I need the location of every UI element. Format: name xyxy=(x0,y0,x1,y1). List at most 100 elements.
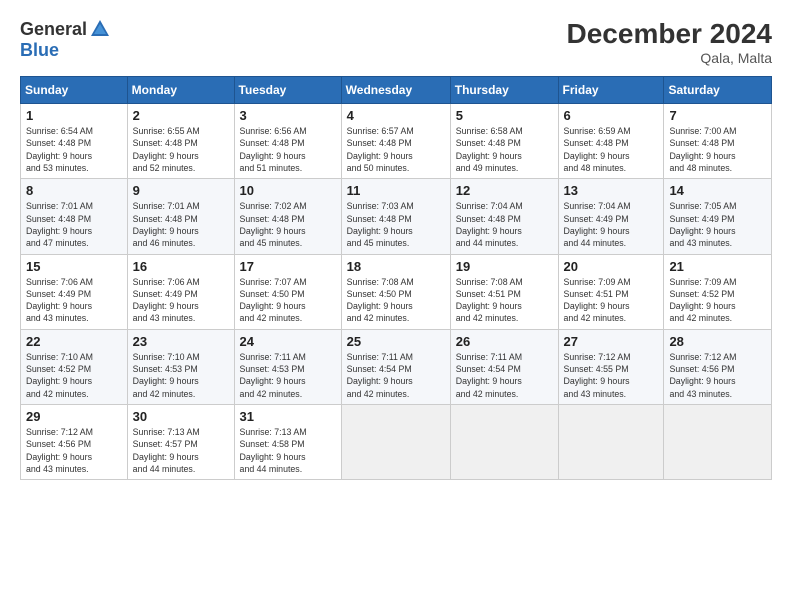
calendar-cell: 30 Sunrise: 7:13 AMSunset: 4:57 PMDayligh… xyxy=(127,405,234,480)
day-number: 26 xyxy=(456,334,553,349)
day-info: Sunrise: 7:05 AMSunset: 4:49 PMDaylight:… xyxy=(669,200,766,249)
day-number: 5 xyxy=(456,108,553,123)
day-info: Sunrise: 7:12 AMSunset: 4:55 PMDaylight:… xyxy=(564,351,659,400)
day-number: 2 xyxy=(133,108,229,123)
day-number: 3 xyxy=(240,108,336,123)
calendar-body: 1 Sunrise: 6:54 AMSunset: 4:48 PMDaylight… xyxy=(21,104,772,480)
calendar-cell xyxy=(558,405,664,480)
day-info: Sunrise: 7:08 AMSunset: 4:50 PMDaylight:… xyxy=(347,276,445,325)
calendar-header: Sunday Monday Tuesday Wednesday Thursday… xyxy=(21,77,772,104)
calendar-cell: 27 Sunrise: 7:12 AMSunset: 4:55 PMDayligh… xyxy=(558,329,664,404)
day-info: Sunrise: 7:00 AMSunset: 4:48 PMDaylight:… xyxy=(669,125,766,174)
calendar-cell: 6Sunrise: 6:59 AMSunset: 4:48 PMDaylight… xyxy=(558,104,664,179)
day-number: 28 xyxy=(669,334,766,349)
day-number: 7 xyxy=(669,108,766,123)
day-number: 1 xyxy=(26,108,122,123)
calendar-cell: 23 Sunrise: 7:10 AMSunset: 4:53 PMDayligh… xyxy=(127,329,234,404)
col-tuesday: Tuesday xyxy=(234,77,341,104)
day-info: Sunrise: 6:54 AMSunset: 4:48 PMDaylight:… xyxy=(26,125,122,174)
calendar-cell: 11 Sunrise: 7:03 AMSunset: 4:48 PMDayligh… xyxy=(341,179,450,254)
day-number: 13 xyxy=(564,183,659,198)
calendar-cell: 24 Sunrise: 7:11 AMSunset: 4:53 PMDayligh… xyxy=(234,329,341,404)
col-sunday: Sunday xyxy=(21,77,128,104)
day-info: Sunrise: 7:06 AMSunset: 4:49 PMDaylight:… xyxy=(26,276,122,325)
day-info: Sunrise: 7:03 AMSunset: 4:48 PMDaylight:… xyxy=(347,200,445,249)
calendar-cell: 20 Sunrise: 7:09 AMSunset: 4:51 PMDayligh… xyxy=(558,254,664,329)
day-info: Sunrise: 7:04 AMSunset: 4:48 PMDaylight:… xyxy=(456,200,553,249)
day-number: 9 xyxy=(133,183,229,198)
calendar-week-4: 22 Sunrise: 7:10 AMSunset: 4:52 PMDayligh… xyxy=(21,329,772,404)
calendar-cell: 9Sunrise: 7:01 AMSunset: 4:48 PMDaylight… xyxy=(127,179,234,254)
day-info: Sunrise: 7:10 AMSunset: 4:53 PMDaylight:… xyxy=(133,351,229,400)
day-number: 23 xyxy=(133,334,229,349)
day-number: 6 xyxy=(564,108,659,123)
day-number: 11 xyxy=(347,183,445,198)
calendar-cell: 7 Sunrise: 7:00 AMSunset: 4:48 PMDaylight… xyxy=(664,104,772,179)
day-info: Sunrise: 7:13 AMSunset: 4:57 PMDaylight:… xyxy=(133,426,229,475)
day-number: 18 xyxy=(347,259,445,274)
calendar-cell: 1 Sunrise: 6:54 AMSunset: 4:48 PMDaylight… xyxy=(21,104,128,179)
logo-general-text: General xyxy=(20,19,87,40)
day-number: 22 xyxy=(26,334,122,349)
logo: General Blue xyxy=(20,18,111,61)
day-info: Sunrise: 6:55 AMSunset: 4:48 PMDaylight:… xyxy=(133,125,229,174)
day-number: 14 xyxy=(669,183,766,198)
day-number: 25 xyxy=(347,334,445,349)
calendar-cell: 5 Sunrise: 6:58 AMSunset: 4:48 PMDaylight… xyxy=(450,104,558,179)
calendar-cell: 16 Sunrise: 7:06 AMSunset: 4:49 PMDayligh… xyxy=(127,254,234,329)
col-wednesday: Wednesday xyxy=(341,77,450,104)
day-info: Sunrise: 7:01 AMSunset: 4:48 PMDaylight:… xyxy=(26,200,122,249)
calendar-week-5: 29Sunrise: 7:12 AMSunset: 4:56 PMDayligh… xyxy=(21,405,772,480)
calendar-cell: 14 Sunrise: 7:05 AMSunset: 4:49 PMDayligh… xyxy=(664,179,772,254)
col-friday: Friday xyxy=(558,77,664,104)
day-number: 20 xyxy=(564,259,659,274)
day-number: 27 xyxy=(564,334,659,349)
calendar-cell: 17Sunrise: 7:07 AMSunset: 4:50 PMDayligh… xyxy=(234,254,341,329)
day-info: Sunrise: 7:08 AMSunset: 4:51 PMDaylight:… xyxy=(456,276,553,325)
calendar-cell: 31Sunrise: 7:13 AMSunset: 4:58 PMDayligh… xyxy=(234,405,341,480)
calendar-cell: 26 Sunrise: 7:11 AMSunset: 4:54 PMDayligh… xyxy=(450,329,558,404)
day-number: 12 xyxy=(456,183,553,198)
calendar-cell: 22 Sunrise: 7:10 AMSunset: 4:52 PMDayligh… xyxy=(21,329,128,404)
day-number: 31 xyxy=(240,409,336,424)
calendar-cell: 19 Sunrise: 7:08 AMSunset: 4:51 PMDayligh… xyxy=(450,254,558,329)
day-info: Sunrise: 7:11 AMSunset: 4:53 PMDaylight:… xyxy=(240,351,336,400)
day-number: 19 xyxy=(456,259,553,274)
calendar-week-1: 1 Sunrise: 6:54 AMSunset: 4:48 PMDaylight… xyxy=(21,104,772,179)
calendar-cell: 12 Sunrise: 7:04 AMSunset: 4:48 PMDayligh… xyxy=(450,179,558,254)
day-info: Sunrise: 7:11 AMSunset: 4:54 PMDaylight:… xyxy=(347,351,445,400)
day-number: 21 xyxy=(669,259,766,274)
calendar-cell xyxy=(664,405,772,480)
month-title: December 2024 xyxy=(567,18,772,50)
day-info: Sunrise: 7:09 AMSunset: 4:51 PMDaylight:… xyxy=(564,276,659,325)
header-row: Sunday Monday Tuesday Wednesday Thursday… xyxy=(21,77,772,104)
day-info: Sunrise: 6:58 AMSunset: 4:48 PMDaylight:… xyxy=(456,125,553,174)
day-info: Sunrise: 7:11 AMSunset: 4:54 PMDaylight:… xyxy=(456,351,553,400)
col-saturday: Saturday xyxy=(664,77,772,104)
calendar: Sunday Monday Tuesday Wednesday Thursday… xyxy=(20,76,772,480)
day-info: Sunrise: 7:09 AMSunset: 4:52 PMDaylight:… xyxy=(669,276,766,325)
title-block: December 2024 Qala, Malta xyxy=(567,18,772,66)
calendar-cell: 21 Sunrise: 7:09 AMSunset: 4:52 PMDayligh… xyxy=(664,254,772,329)
day-info: Sunrise: 7:07 AMSunset: 4:50 PMDaylight:… xyxy=(240,276,336,325)
calendar-week-3: 15Sunrise: 7:06 AMSunset: 4:49 PMDayligh… xyxy=(21,254,772,329)
calendar-cell: 18 Sunrise: 7:08 AMSunset: 4:50 PMDayligh… xyxy=(341,254,450,329)
day-info: Sunrise: 6:57 AMSunset: 4:48 PMDaylight:… xyxy=(347,125,445,174)
calendar-cell xyxy=(450,405,558,480)
day-info: Sunrise: 7:06 AMSunset: 4:49 PMDaylight:… xyxy=(133,276,229,325)
calendar-week-2: 8 Sunrise: 7:01 AMSunset: 4:48 PMDaylight… xyxy=(21,179,772,254)
page: General Blue December 2024 Qala, Malta S… xyxy=(0,0,792,612)
header: General Blue December 2024 Qala, Malta xyxy=(20,18,772,66)
day-info: Sunrise: 7:04 AMSunset: 4:49 PMDaylight:… xyxy=(564,200,659,249)
day-number: 8 xyxy=(26,183,122,198)
day-number: 24 xyxy=(240,334,336,349)
calendar-cell: 13 Sunrise: 7:04 AMSunset: 4:49 PMDayligh… xyxy=(558,179,664,254)
day-info: Sunrise: 7:12 AMSunset: 4:56 PMDaylight:… xyxy=(669,351,766,400)
calendar-cell: 25 Sunrise: 7:11 AMSunset: 4:54 PMDayligh… xyxy=(341,329,450,404)
day-number: 16 xyxy=(133,259,229,274)
calendar-cell: 15Sunrise: 7:06 AMSunset: 4:49 PMDayligh… xyxy=(21,254,128,329)
day-number: 10 xyxy=(240,183,336,198)
day-info: Sunrise: 7:10 AMSunset: 4:52 PMDaylight:… xyxy=(26,351,122,400)
location: Qala, Malta xyxy=(567,50,772,66)
day-number: 30 xyxy=(133,409,229,424)
